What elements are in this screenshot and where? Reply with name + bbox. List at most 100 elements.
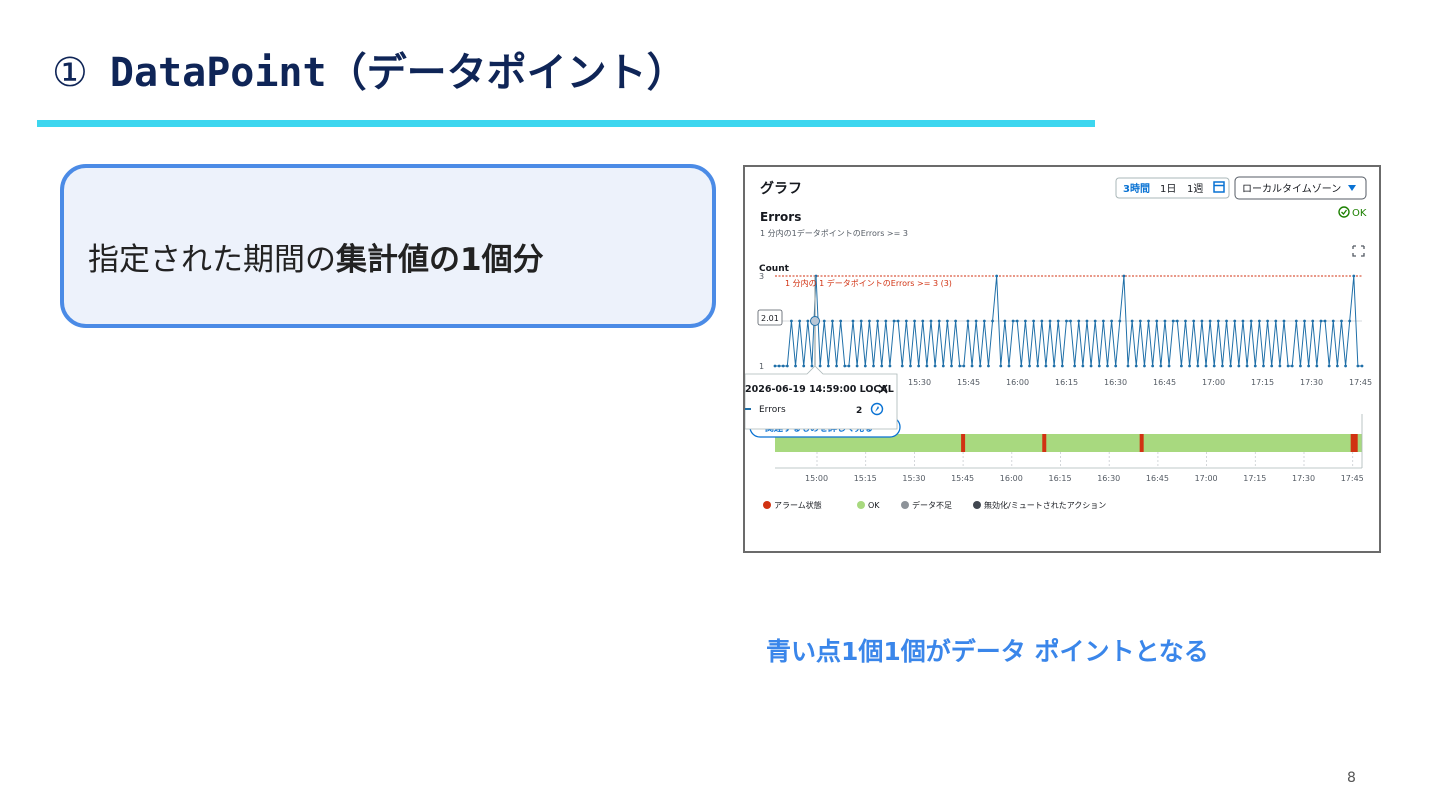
data-point[interactable] (1307, 364, 1311, 368)
data-point[interactable] (880, 364, 884, 368)
range-1d[interactable]: 1日 (1160, 184, 1176, 195)
data-point[interactable] (1007, 364, 1011, 368)
data-point[interactable] (974, 319, 978, 323)
data-point[interactable] (950, 364, 953, 368)
data-point[interactable] (1331, 319, 1335, 323)
data-point[interactable] (1323, 319, 1327, 323)
data-point[interactable] (987, 364, 990, 368)
data-point[interactable] (954, 319, 958, 323)
expand-icon[interactable] (1352, 245, 1365, 257)
data-point[interactable] (958, 364, 962, 368)
data-point[interactable] (818, 364, 822, 368)
data-point[interactable] (909, 364, 912, 368)
data-point[interactable] (1212, 364, 1216, 368)
data-point[interactable] (1122, 274, 1126, 278)
data-point[interactable] (1262, 364, 1265, 368)
data-point[interactable] (1134, 364, 1138, 368)
data-point[interactable] (1348, 319, 1352, 323)
data-point[interactable] (1175, 319, 1179, 323)
data-point[interactable] (831, 319, 834, 323)
hovered-data-point[interactable] (810, 316, 820, 326)
data-point[interactable] (1245, 364, 1249, 368)
data-point[interactable] (1319, 319, 1323, 323)
data-point[interactable] (1060, 364, 1064, 368)
data-point[interactable] (785, 364, 789, 368)
data-point[interactable] (1179, 364, 1183, 368)
data-point[interactable] (1011, 319, 1015, 323)
data-point[interactable] (921, 319, 925, 323)
data-point[interactable] (872, 364, 875, 368)
data-point[interactable] (1266, 319, 1269, 323)
data-point[interactable] (1237, 364, 1241, 368)
data-point[interactable] (826, 364, 830, 368)
data-point[interactable] (1208, 319, 1212, 323)
data-point[interactable] (1077, 319, 1081, 323)
data-point[interactable] (1118, 319, 1122, 323)
calendar-icon[interactable] (1213, 181, 1225, 193)
data-point[interactable] (1290, 364, 1294, 368)
data-point[interactable] (1356, 364, 1360, 368)
data-point[interactable] (978, 364, 982, 368)
data-point[interactable] (1023, 319, 1027, 323)
data-point[interactable] (1233, 319, 1237, 323)
data-point[interactable] (1159, 364, 1163, 368)
data-point[interactable] (781, 364, 785, 368)
data-point[interactable] (1311, 319, 1315, 323)
data-point[interactable] (1196, 364, 1200, 368)
data-point[interactable] (1032, 319, 1036, 323)
data-point[interactable] (1040, 319, 1044, 323)
data-point[interactable] (1274, 319, 1278, 323)
data-point[interactable] (843, 364, 847, 368)
data-point[interactable] (1282, 319, 1286, 323)
data-point[interactable] (1019, 364, 1023, 368)
data-point[interactable] (1229, 364, 1233, 368)
data-point[interactable] (1081, 364, 1085, 368)
data-point[interactable] (1253, 364, 1257, 368)
data-point[interactable] (1335, 364, 1339, 368)
data-point[interactable] (1110, 319, 1114, 323)
data-point[interactable] (1044, 364, 1048, 368)
data-point[interactable] (892, 319, 896, 323)
data-point[interactable] (868, 319, 871, 323)
data-point[interactable] (1138, 319, 1142, 323)
data-point[interactable] (1147, 319, 1150, 323)
data-point[interactable] (1294, 319, 1298, 323)
data-point[interactable] (790, 319, 793, 323)
data-point[interactable] (1143, 364, 1146, 368)
data-point[interactable] (1114, 364, 1118, 368)
data-point[interactable] (1270, 364, 1274, 368)
data-point[interactable] (1106, 364, 1109, 368)
data-point[interactable] (1093, 319, 1097, 323)
data-point[interactable] (933, 364, 937, 368)
data-point[interactable] (896, 319, 900, 323)
data-point[interactable] (966, 319, 970, 323)
range-3h[interactable]: 3時間 (1123, 182, 1150, 195)
data-point[interactable] (1286, 364, 1290, 368)
data-point[interactable] (777, 364, 781, 368)
timezone-select[interactable]: ローカルタイムゾーン (1234, 176, 1367, 200)
data-point[interactable] (773, 364, 777, 368)
data-point[interactable] (982, 319, 986, 323)
data-point[interactable] (1225, 319, 1228, 323)
data-point[interactable] (937, 319, 941, 323)
data-point[interactable] (1003, 319, 1007, 323)
data-point[interactable] (1257, 319, 1261, 323)
data-point[interactable] (1015, 319, 1019, 323)
data-point[interactable] (1171, 319, 1175, 323)
data-point[interactable] (888, 364, 892, 368)
data-point[interactable] (999, 364, 1003, 368)
data-point[interactable] (1278, 364, 1282, 368)
data-point[interactable] (1163, 319, 1167, 323)
data-point[interactable] (851, 319, 855, 323)
data-point[interactable] (1216, 319, 1220, 323)
data-point[interactable] (1360, 364, 1364, 368)
data-point[interactable] (1028, 364, 1031, 368)
data-point[interactable] (1089, 364, 1093, 368)
data-point[interactable] (1167, 364, 1171, 368)
data-point[interactable] (802, 364, 806, 368)
data-point[interactable] (913, 319, 916, 323)
data-point[interactable] (859, 319, 863, 323)
data-point[interactable] (1188, 364, 1191, 368)
data-point[interactable] (1204, 364, 1208, 368)
data-point[interactable] (810, 364, 814, 368)
